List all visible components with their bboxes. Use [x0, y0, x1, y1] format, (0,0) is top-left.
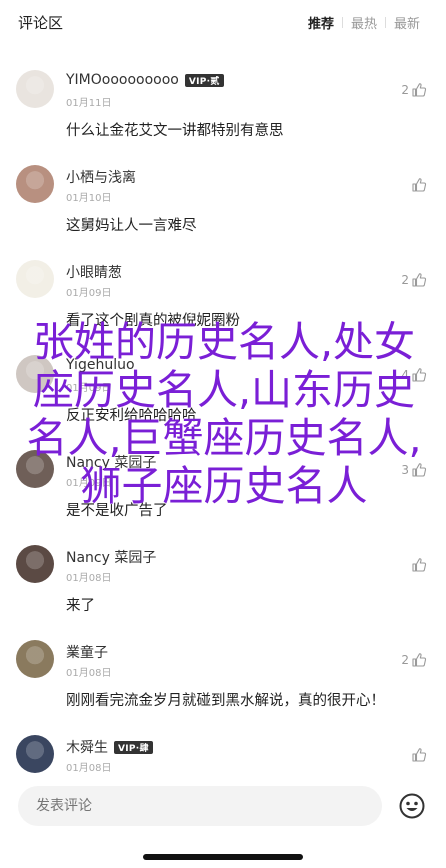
commenter-name[interactable]: YIMOooooooooo: [66, 72, 179, 88]
vip-badge: VIP·贰: [184, 73, 224, 87]
tab-newest[interactable]: 最新: [386, 13, 428, 32]
like-button[interactable]: 4: [401, 366, 428, 384]
comment-date: 01月08日: [66, 763, 112, 774]
comment-text: 反正安利给哈哈哈哈: [66, 408, 197, 424]
avatar[interactable]: [16, 545, 54, 583]
commenter-name[interactable]: 木舜生: [66, 737, 108, 757]
name-row: 小眼睛葱: [66, 262, 122, 282]
like-count: 2: [401, 83, 409, 97]
comment-date: 01月09日: [66, 288, 112, 299]
name-row: Nancy 菜园子: [66, 452, 156, 472]
thumb-up-icon: [410, 366, 428, 384]
like-count: 2: [401, 273, 409, 287]
thumb-up-icon: [410, 651, 428, 669]
like-count: 4: [401, 368, 409, 382]
comment-header: 评论区 推荐 最热 最新: [0, 0, 446, 44]
comment-date: 01月09日: [66, 383, 112, 394]
vip-badge: VIP·肆: [114, 740, 153, 754]
avatar[interactable]: [16, 640, 54, 678]
tab-hottest[interactable]: 最热: [343, 13, 385, 32]
comment-composer: [0, 778, 446, 868]
home-indicator: [143, 854, 303, 860]
comment-date: 01月10日: [66, 193, 112, 204]
comment-input[interactable]: [18, 786, 382, 826]
name-row: 業童子: [66, 642, 108, 662]
comment-text: 刚刚看完流金岁月就碰到黑水解说，真的很开心！: [66, 693, 385, 709]
thumb-up-icon: [410, 556, 428, 574]
commenter-name[interactable]: Yigehuluo: [66, 357, 135, 373]
comment-text: 是不是收广告了: [66, 503, 168, 519]
comment-item: 小眼睛葱 01月09日看了这个剧真的被倪妮圈粉 2: [0, 256, 446, 351]
comment-item: Nancy 菜园子 01月08日来了: [0, 541, 446, 636]
comment-item: Nancy 菜园子 01月09日是不是收广告了 3: [0, 446, 446, 541]
comment-date: 01月11日: [66, 98, 112, 109]
comment-text: 什么让金花艾文一讲都特别有意思: [66, 123, 284, 139]
name-row: 小栖与浅离: [66, 167, 136, 187]
comment-item: YIMOooooooooo VIP·贰 01月11日什么让金花艾文一讲都特别有意思 2: [0, 66, 446, 161]
avatar[interactable]: [16, 260, 54, 298]
comment-text: 看了这个剧真的被倪妮圈粉: [66, 313, 240, 329]
commenter-name[interactable]: Nancy 菜园子: [66, 452, 156, 472]
avatar[interactable]: [16, 450, 54, 488]
like-button[interactable]: 2: [401, 651, 428, 669]
name-row: Yigehuluo: [66, 357, 135, 373]
like-button[interactable]: 3: [401, 461, 428, 479]
name-row: 木舜生 VIP·肆: [66, 737, 153, 757]
avatar[interactable]: [16, 735, 54, 773]
smiley-icon[interactable]: [398, 792, 426, 820]
thumb-up-icon: [410, 746, 428, 764]
like-count: 3: [401, 463, 409, 477]
name-row: Nancy 菜园子: [66, 547, 156, 567]
comment-item: 業童子 01月08日刚刚看完流金岁月就碰到黑水解说，真的很开心！ 2: [0, 636, 446, 731]
thumb-up-icon: [410, 271, 428, 289]
commenter-name[interactable]: 小眼睛葱: [66, 262, 122, 282]
page-title: 评论区: [18, 13, 64, 32]
comment-item: 小栖与浅离 01月10日这舅妈让人一言难尽: [0, 161, 446, 256]
like-button[interactable]: 2: [401, 81, 428, 99]
name-row: YIMOooooooooo VIP·贰: [66, 72, 224, 88]
like-count: 2: [401, 653, 409, 667]
thumb-up-icon: [410, 81, 428, 99]
tab-recommended[interactable]: 推荐: [300, 13, 342, 32]
avatar[interactable]: [16, 70, 54, 108]
like-button[interactable]: 2: [401, 271, 428, 289]
like-button[interactable]: [409, 746, 428, 764]
thumb-up-icon: [410, 461, 428, 479]
comment-date: 01月08日: [66, 573, 112, 584]
commenter-name[interactable]: 小栖与浅离: [66, 167, 136, 187]
avatar[interactable]: [16, 165, 54, 203]
comment-text: 来了: [66, 598, 95, 614]
comment-item: Yigehuluo 01月09日反正安利给哈哈哈哈 4: [0, 351, 446, 446]
commenter-name[interactable]: 業童子: [66, 642, 108, 662]
comment-date: 01月09日: [66, 478, 112, 489]
thumb-up-icon: [410, 176, 428, 194]
sort-tabs: 推荐 最热 最新: [300, 13, 428, 32]
avatar[interactable]: [16, 355, 54, 393]
commenter-name[interactable]: Nancy 菜园子: [66, 547, 156, 567]
like-button[interactable]: [409, 176, 428, 194]
comment-text: 这舅妈让人一言难尽: [66, 218, 197, 234]
comment-list: YIMOooooooooo VIP·贰 01月11日什么让金花艾文一讲都特别有意思 2…: [0, 66, 446, 826]
like-button[interactable]: [409, 556, 428, 574]
comment-date: 01月08日: [66, 668, 112, 679]
